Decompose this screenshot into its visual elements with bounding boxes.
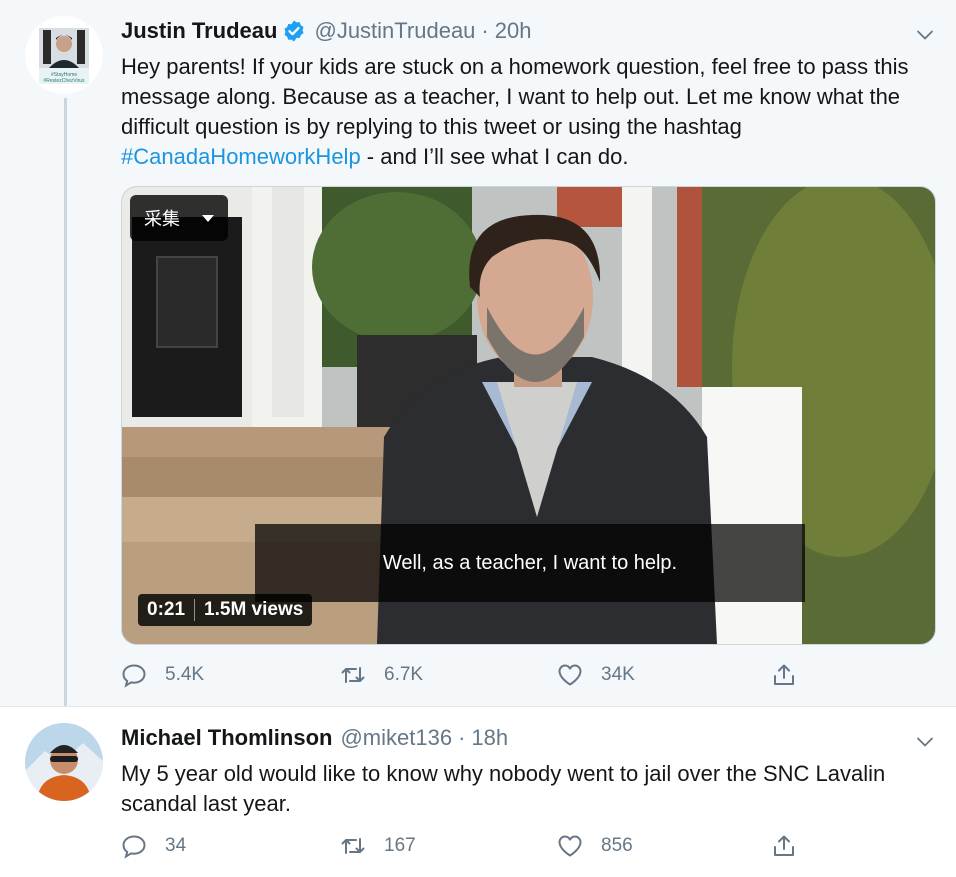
like-button[interactable]: 34K xyxy=(557,662,635,688)
retweet-count: 167 xyxy=(384,835,416,856)
display-name[interactable]: Michael Thomlinson xyxy=(121,725,332,751)
like-count: 34K xyxy=(601,664,635,685)
share-icon xyxy=(774,664,794,685)
video-subtitle: Well, as a teacher, I want to help. xyxy=(255,524,805,602)
separator-dot: · xyxy=(481,18,489,43)
tweet-text: Hey parents! If your kids are stuck on a… xyxy=(121,52,936,172)
collect-dropdown[interactable]: 采集 xyxy=(130,195,228,241)
heart-icon xyxy=(558,835,582,857)
user-handle[interactable]: @miket136 xyxy=(340,725,452,751)
share-icon xyxy=(774,835,794,856)
chevron-down-icon[interactable] xyxy=(916,26,934,44)
svg-text:#RestezChezVous: #RestezChezVous xyxy=(43,78,85,84)
tweet-text: My 5 year old would like to know why nob… xyxy=(121,761,886,816)
retweet-icon xyxy=(341,838,365,854)
tweet-reply-thomlinson[interactable]: Michael Thomlinson @miket136 · 18h My 5 … xyxy=(0,706,956,877)
tweet-trudeau[interactable]: #StayHome #RestezChezVous Justin Trudeau… xyxy=(0,0,956,710)
share-button[interactable] xyxy=(771,662,797,688)
retweet-button[interactable]: 6.7K xyxy=(340,662,423,688)
video-time-badge: 0:21 1.5M views xyxy=(138,594,313,626)
video-duration: 0:21 xyxy=(147,599,186,620)
user-handle[interactable]: @JustinTrudeau xyxy=(314,18,475,44)
video-views: 1.5M views xyxy=(204,599,304,620)
like-count: 856 xyxy=(601,835,633,856)
separator-dot: · xyxy=(458,725,466,750)
timestamp[interactable]: 20h xyxy=(495,18,532,44)
heart-icon xyxy=(558,664,582,686)
retweet-icon xyxy=(341,667,365,683)
tweet-text-body: Hey parents! If your kids are stuck on a… xyxy=(121,54,909,139)
avatar[interactable]: #StayHome #RestezChezVous xyxy=(25,16,103,94)
reply-icon xyxy=(122,835,146,859)
dropdown-caret-icon xyxy=(202,214,214,222)
reply-button[interactable]: 5.4K xyxy=(121,662,204,688)
retweet-count: 6.7K xyxy=(384,664,424,685)
tweet-actions: 5.4K 6.7K 34K xyxy=(121,662,801,692)
collect-label: 采集 xyxy=(144,209,180,229)
share-button[interactable] xyxy=(771,833,797,859)
video-player[interactable]: 采集 Well, as a teacher, I want to help. 0… xyxy=(121,186,936,645)
timestamp[interactable]: 18h xyxy=(471,725,508,751)
retweet-button[interactable]: 167 xyxy=(340,833,416,859)
avatar[interactable] xyxy=(25,723,103,801)
reply-count: 34 xyxy=(165,835,187,856)
tweet-header: Justin Trudeau @JustinTrudeau · 20h xyxy=(121,16,531,46)
like-button[interactable]: 856 xyxy=(557,833,633,859)
hashtag-link[interactable]: #CanadaHomeworkHelp xyxy=(121,144,361,169)
reply-button[interactable]: 34 xyxy=(121,833,186,859)
display-name[interactable]: Justin Trudeau xyxy=(121,18,277,44)
verified-badge-icon xyxy=(284,20,304,42)
tweet-header: Michael Thomlinson @miket136 · 18h xyxy=(121,723,508,753)
chevron-down-icon[interactable] xyxy=(916,733,934,751)
tweet-text-tail: - and I’ll see what I can do. xyxy=(360,144,629,169)
thread-line xyxy=(64,98,67,710)
reply-icon xyxy=(122,664,146,688)
tweet-actions: 34 167 856 xyxy=(121,833,801,863)
reply-count: 5.4K xyxy=(165,664,205,685)
